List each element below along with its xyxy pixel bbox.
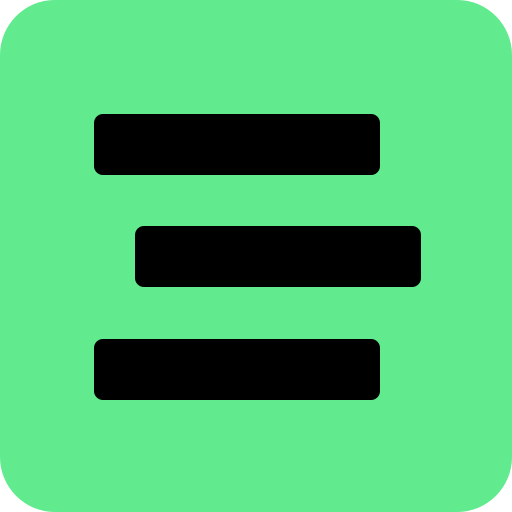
middle-bar xyxy=(135,226,421,287)
bottom-bar xyxy=(94,339,380,400)
top-bar xyxy=(94,114,380,175)
app-icon xyxy=(0,0,512,512)
